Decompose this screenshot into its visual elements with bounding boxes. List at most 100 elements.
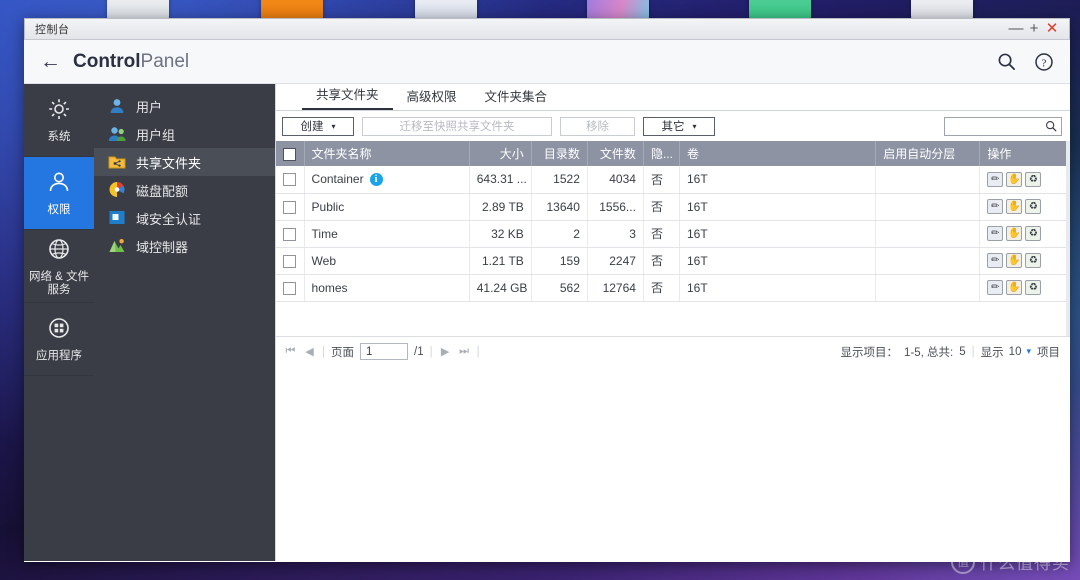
permission-icon[interactable]: ✋ xyxy=(1006,171,1023,187)
back-arrow-icon[interactable]: ← xyxy=(40,51,61,72)
column-dir-count[interactable]: 目录数 xyxy=(531,141,588,166)
showing-label: 显示项目： xyxy=(840,346,899,359)
row-action-icons: ✏ ✋ ♻ xyxy=(987,171,1063,187)
per-page-select[interactable]: 显示 10 ▾ xyxy=(981,344,1031,360)
pager-divider: | xyxy=(971,345,975,358)
sidebar-item-network-file-services[interactable]: 网络 & 文件 服务 xyxy=(24,230,94,303)
sidebar-item-system[interactable]: 系统 xyxy=(24,84,94,157)
maximize-button[interactable]: + xyxy=(1025,19,1043,39)
row-action-icons: ✏ ✋ ♻ xyxy=(987,280,1063,295)
prev-page-icon[interactable]: ◀ xyxy=(303,345,316,358)
nav-item-disk-quota[interactable]: 磁盘配额 xyxy=(94,176,275,204)
tab-advanced-permissions[interactable]: 高级权限 xyxy=(393,86,471,110)
nav-item-user-groups[interactable]: 用户组 xyxy=(94,120,275,148)
edit-icon[interactable]: ✏ xyxy=(987,280,1004,295)
sync-icon[interactable]: ♻ xyxy=(1025,280,1042,295)
migrate-to-snapshot-button[interactable]: 迁移至快照共享文件夹 xyxy=(362,116,552,136)
column-file-count[interactable]: 文件数 xyxy=(587,141,644,166)
user-blue-icon xyxy=(108,97,128,115)
cell-file-count: 2247 xyxy=(587,247,644,275)
nav-item-shared-folders[interactable]: 共享文件夹 xyxy=(94,148,275,176)
nav-item-users[interactable]: 用户 xyxy=(94,92,275,120)
edit-icon[interactable]: ✏ xyxy=(987,199,1004,214)
tab-folder-aggregation[interactable]: 文件夹集合 xyxy=(471,86,562,110)
window-titlebar[interactable]: 控制台 — + ✕ xyxy=(24,18,1070,40)
sync-icon[interactable]: ♻ xyxy=(1025,171,1042,187)
nav-item-label: 用户 xyxy=(136,99,163,115)
nav-item-domain-controller[interactable]: 域控制器 xyxy=(94,232,275,260)
window-title: 控制台 xyxy=(35,24,70,36)
select-all-checkbox[interactable] xyxy=(283,147,296,161)
column-actions: 操作 xyxy=(979,141,1070,166)
other-button-label: 其它 xyxy=(661,121,685,133)
row-checkbox-cell[interactable] xyxy=(276,274,305,302)
close-button[interactable]: ✕ xyxy=(1043,19,1069,39)
cell-file-count: 4034 xyxy=(587,166,644,194)
column-folder-name[interactable]: 文件夹名称 xyxy=(304,141,470,166)
cell-volume: 16T xyxy=(679,220,877,248)
permission-icon[interactable]: ✋ xyxy=(1006,280,1023,295)
create-button-label: 创建 xyxy=(300,121,324,133)
next-page-icon[interactable]: ▶ xyxy=(439,345,452,358)
row-checkbox-cell[interactable] xyxy=(276,247,305,275)
cell-hidden: 否 xyxy=(643,166,680,194)
row-checkbox[interactable] xyxy=(283,254,296,268)
sidebar-item-privileges[interactable]: 权限 xyxy=(24,157,94,230)
domain-security-icon xyxy=(108,209,128,227)
row-checkbox-cell[interactable] xyxy=(276,193,305,221)
sync-icon[interactable]: ♻ xyxy=(1025,199,1042,214)
edit-icon[interactable]: ✏ xyxy=(987,253,1004,268)
search-icon[interactable] xyxy=(994,50,1018,74)
cell-auto-tiering xyxy=(875,220,981,248)
other-button[interactable]: 其它 ▾ xyxy=(643,116,715,136)
column-auto-tiering[interactable]: 启用自动分层 xyxy=(875,141,981,166)
row-checkbox[interactable] xyxy=(283,227,296,241)
permission-icon[interactable]: ✋ xyxy=(1006,253,1023,268)
column-volume[interactable]: 卷 xyxy=(679,141,877,166)
column-select-all[interactable] xyxy=(276,141,305,166)
sync-icon[interactable]: ♻ xyxy=(1025,253,1042,268)
row-checkbox-cell[interactable] xyxy=(276,220,305,248)
content-bottom-filler xyxy=(276,366,1070,561)
table-row[interactable]: Public 2.89 TB 13640 1556... 否 16T ✏ ✋ ♻ xyxy=(276,193,1070,221)
items-label: 项目 xyxy=(1037,346,1060,359)
cell-hidden: 否 xyxy=(643,220,680,248)
row-checkbox[interactable] xyxy=(283,281,296,295)
shared-folder-icon xyxy=(108,153,128,171)
table-row[interactable]: Web 1.21 TB 159 2247 否 16T ✏ ✋ ♻ xyxy=(276,247,1070,275)
table-row[interactable]: Time 32 KB 2 3 否 16T ✏ ✋ ♻ xyxy=(276,220,1070,248)
edit-icon[interactable]: ✏ xyxy=(987,171,1004,187)
table-row[interactable]: homes 41.24 GB 562 12764 否 16T ✏ ✋ ♻ xyxy=(276,274,1070,302)
content-toolbar: 创建 ▾ 迁移至快照共享文件夹 移除 其它 ▾ xyxy=(276,111,1070,141)
table-row[interactable]: Container i 643.31 ... 1522 4034 否 16T ✏ xyxy=(276,166,1070,194)
chevron-down-icon: ▾ xyxy=(1026,346,1031,356)
last-page-icon[interactable]: ⏭ xyxy=(458,345,471,358)
search-input[interactable] xyxy=(944,116,1062,136)
table-header-row: 文件夹名称 大小 目录数 文件数 隐... 卷 启用自动分层 操作 xyxy=(276,141,1070,166)
minimize-button[interactable]: — xyxy=(1007,19,1025,39)
tab-shared-folders[interactable]: 共享文件夹 xyxy=(302,84,393,110)
row-checkbox[interactable] xyxy=(283,173,296,187)
create-button[interactable]: 创建 ▾ xyxy=(282,116,354,136)
remove-button[interactable]: 移除 xyxy=(560,116,635,136)
svg-text:?: ? xyxy=(1042,57,1047,69)
cell-folder-name: Container i xyxy=(304,166,470,194)
nav-item-domain-security[interactable]: 域安全认证 xyxy=(94,204,275,232)
nav-item-label: 磁盘配额 xyxy=(136,183,189,199)
column-hidden[interactable]: 隐... xyxy=(643,141,680,166)
info-icon[interactable]: i xyxy=(369,173,383,187)
page-number-input[interactable]: 1 xyxy=(360,343,408,360)
sync-icon[interactable]: ♻ xyxy=(1025,226,1042,241)
edit-icon[interactable]: ✏ xyxy=(987,226,1004,241)
row-checkbox-cell[interactable] xyxy=(276,166,305,194)
cell-auto-tiering xyxy=(875,274,981,302)
sidebar-item-applications[interactable]: 应用程序 xyxy=(24,303,94,376)
row-checkbox[interactable] xyxy=(283,200,296,214)
gear-icon xyxy=(46,96,72,127)
permission-icon[interactable]: ✋ xyxy=(1006,199,1023,214)
column-size[interactable]: 大小 xyxy=(469,141,532,166)
permission-icon[interactable]: ✋ xyxy=(1006,226,1023,241)
first-page-icon[interactable]: ⏮ xyxy=(284,345,297,358)
help-icon[interactable]: ? xyxy=(1032,50,1056,74)
vertical-scrollbar[interactable] xyxy=(1066,141,1070,336)
